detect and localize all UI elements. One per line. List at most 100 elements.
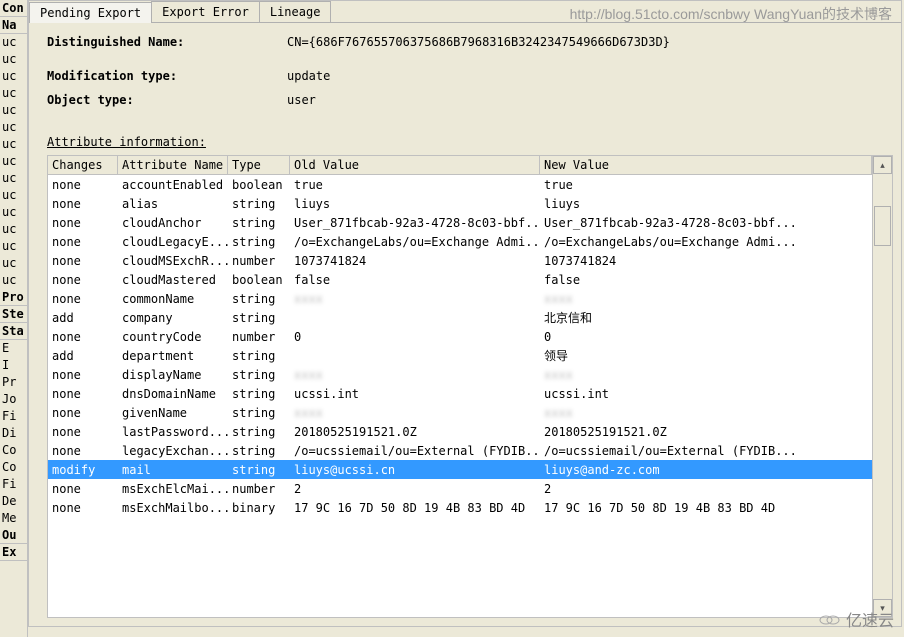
column-header[interactable]: Type bbox=[228, 156, 290, 174]
table-row[interactable]: nonemsExchElcMai...number22 bbox=[48, 479, 872, 498]
left-item: Di bbox=[0, 425, 27, 442]
table-cell: 1073741824 bbox=[290, 253, 540, 269]
table-row[interactable]: nonecloudMSExchR...number107374182410737… bbox=[48, 251, 872, 270]
table-cell: binary bbox=[228, 500, 290, 516]
table-cell: string bbox=[228, 424, 290, 440]
table-row[interactable]: noneaccountEnabledbooleantruetrue bbox=[48, 175, 872, 194]
table-row[interactable]: nonegivenNamestringxxxxxxxx bbox=[48, 403, 872, 422]
table-row[interactable]: nonelegacyExchan...string/o=ucssiemail/o… bbox=[48, 441, 872, 460]
table-row[interactable]: nonecloudAnchorstringUser_871fbcab-92a3-… bbox=[48, 213, 872, 232]
left-item: uc bbox=[0, 102, 27, 119]
table-cell: string bbox=[228, 367, 290, 383]
table-cell: number bbox=[228, 253, 290, 269]
table-row[interactable]: addcompanystring北京信和 bbox=[48, 308, 872, 327]
tab-export-error[interactable]: Export Error bbox=[151, 1, 260, 22]
table-cell: liuys bbox=[290, 196, 540, 212]
left-item: uc bbox=[0, 153, 27, 170]
table-cell: /o=ExchangeLabs/ou=Exchange Admi... bbox=[290, 234, 540, 250]
tab-lineage[interactable]: Lineage bbox=[259, 1, 332, 22]
column-header[interactable]: Changes bbox=[48, 156, 118, 174]
table-cell: string bbox=[228, 310, 290, 326]
table-cell: givenName bbox=[118, 405, 228, 421]
table-cell: lastPassword... bbox=[118, 424, 228, 440]
table-cell: boolean bbox=[228, 177, 290, 193]
column-header[interactable]: Old Value bbox=[290, 156, 540, 174]
table-cell: liuys@and-zc.com bbox=[540, 462, 872, 478]
left-sidebar: ConNaucucucucucucucucucucucucucucucProSt… bbox=[0, 0, 28, 637]
table-cell: none bbox=[48, 215, 118, 231]
table-cell: xxxx bbox=[540, 291, 872, 307]
table-cell: msExchMailbo... bbox=[118, 500, 228, 516]
table-cell: add bbox=[48, 348, 118, 364]
table-cell: none bbox=[48, 500, 118, 516]
table-cell: 17 9C 16 7D 50 8D 19 4B 83 BD 4D bbox=[540, 500, 872, 516]
table-cell: xxxx bbox=[290, 367, 540, 383]
grid-body: noneaccountEnabledbooleantruetruenoneali… bbox=[48, 175, 872, 616]
table-cell: ucssi.int bbox=[290, 386, 540, 402]
table-row[interactable]: nonecountryCodenumber00 bbox=[48, 327, 872, 346]
table-cell: none bbox=[48, 443, 118, 459]
column-header[interactable]: Attribute Name bbox=[118, 156, 228, 174]
table-cell: 20180525191521.0Z bbox=[290, 424, 540, 440]
table-row[interactable]: nonecommonNamestringxxxxxxxx bbox=[48, 289, 872, 308]
table-cell: true bbox=[540, 177, 872, 193]
details-block: Distinguished Name: CN={686F767655706375… bbox=[29, 23, 901, 123]
table-cell: string bbox=[228, 405, 290, 421]
table-cell: liuys@ucssi.cn bbox=[290, 462, 540, 478]
table-row[interactable]: nonednsDomainNamestringucssi.intucssi.in… bbox=[48, 384, 872, 403]
table-cell: legacyExchan... bbox=[118, 443, 228, 459]
column-header[interactable]: New Value bbox=[540, 156, 872, 174]
site-logo: 亿速云 bbox=[818, 607, 894, 631]
table-cell: /o=ucssiemail/ou=External (FYDIB... bbox=[290, 443, 540, 459]
table-cell: User_871fbcab-92a3-4728-8c03-bbf... bbox=[540, 215, 872, 231]
left-item: uc bbox=[0, 204, 27, 221]
table-row[interactable]: nonedisplayNamestringxxxxxxxx bbox=[48, 365, 872, 384]
table-cell: 领导 bbox=[540, 346, 872, 365]
table-cell bbox=[290, 317, 540, 319]
left-item: I bbox=[0, 357, 27, 374]
left-item: Me bbox=[0, 510, 27, 527]
table-cell: displayName bbox=[118, 367, 228, 383]
table-row[interactable]: nonelastPassword...string20180525191521.… bbox=[48, 422, 872, 441]
modtype-value: update bbox=[287, 69, 330, 83]
left-item: De bbox=[0, 493, 27, 510]
table-row[interactable]: nonecloudMasteredbooleanfalsefalse bbox=[48, 270, 872, 289]
table-row[interactable]: nonealiasstringliuysliuys bbox=[48, 194, 872, 213]
table-cell: xxxx bbox=[290, 405, 540, 421]
scroll-thumb[interactable] bbox=[874, 206, 891, 246]
left-group: Pro bbox=[0, 289, 27, 306]
table-cell: xxxx bbox=[540, 367, 872, 383]
table-cell: alias bbox=[118, 196, 228, 212]
table-cell: 北京信和 bbox=[540, 308, 872, 327]
table-cell: /o=ucssiemail/ou=External (FYDIB... bbox=[540, 443, 872, 459]
table-cell: false bbox=[540, 272, 872, 288]
table-cell: string bbox=[228, 348, 290, 364]
table-cell: ucssi.int bbox=[540, 386, 872, 402]
table-cell: none bbox=[48, 234, 118, 250]
scroll-up-button[interactable]: ▴ bbox=[873, 156, 892, 174]
table-cell: countryCode bbox=[118, 329, 228, 345]
table-cell: /o=ExchangeLabs/ou=Exchange Admi... bbox=[540, 234, 872, 250]
table-cell: string bbox=[228, 443, 290, 459]
table-row[interactable]: modifymailstringliuys@ucssi.cnliuys@and-… bbox=[48, 460, 872, 479]
table-row[interactable]: nonecloudLegacyE...string/o=ExchangeLabs… bbox=[48, 232, 872, 251]
table-cell: string bbox=[228, 196, 290, 212]
table-cell: liuys bbox=[540, 196, 872, 212]
modtype-label: Modification type: bbox=[47, 69, 287, 83]
table-cell: cloudMastered bbox=[118, 272, 228, 288]
grid-header: ChangesAttribute NameTypeOld ValueNew Va… bbox=[48, 156, 872, 175]
tab-pending-export[interactable]: Pending Export bbox=[29, 2, 152, 23]
table-cell: department bbox=[118, 348, 228, 364]
table-cell: none bbox=[48, 424, 118, 440]
table-cell: cloudAnchor bbox=[118, 215, 228, 231]
table-cell: User_871fbcab-92a3-4728-8c03-bbf... bbox=[290, 215, 540, 231]
table-cell: number bbox=[228, 329, 290, 345]
table-cell: true bbox=[290, 177, 540, 193]
table-row[interactable]: adddepartmentstring 领导 bbox=[48, 346, 872, 365]
table-row[interactable]: nonemsExchMailbo...binary 17 9C 16 7D 50 … bbox=[48, 498, 872, 517]
table-cell: none bbox=[48, 329, 118, 345]
table-cell: mail bbox=[118, 462, 228, 478]
vertical-scrollbar[interactable]: ▴ ▾ bbox=[872, 156, 892, 617]
section-title: Attribute information: bbox=[29, 123, 901, 153]
left-item: Co bbox=[0, 442, 27, 459]
